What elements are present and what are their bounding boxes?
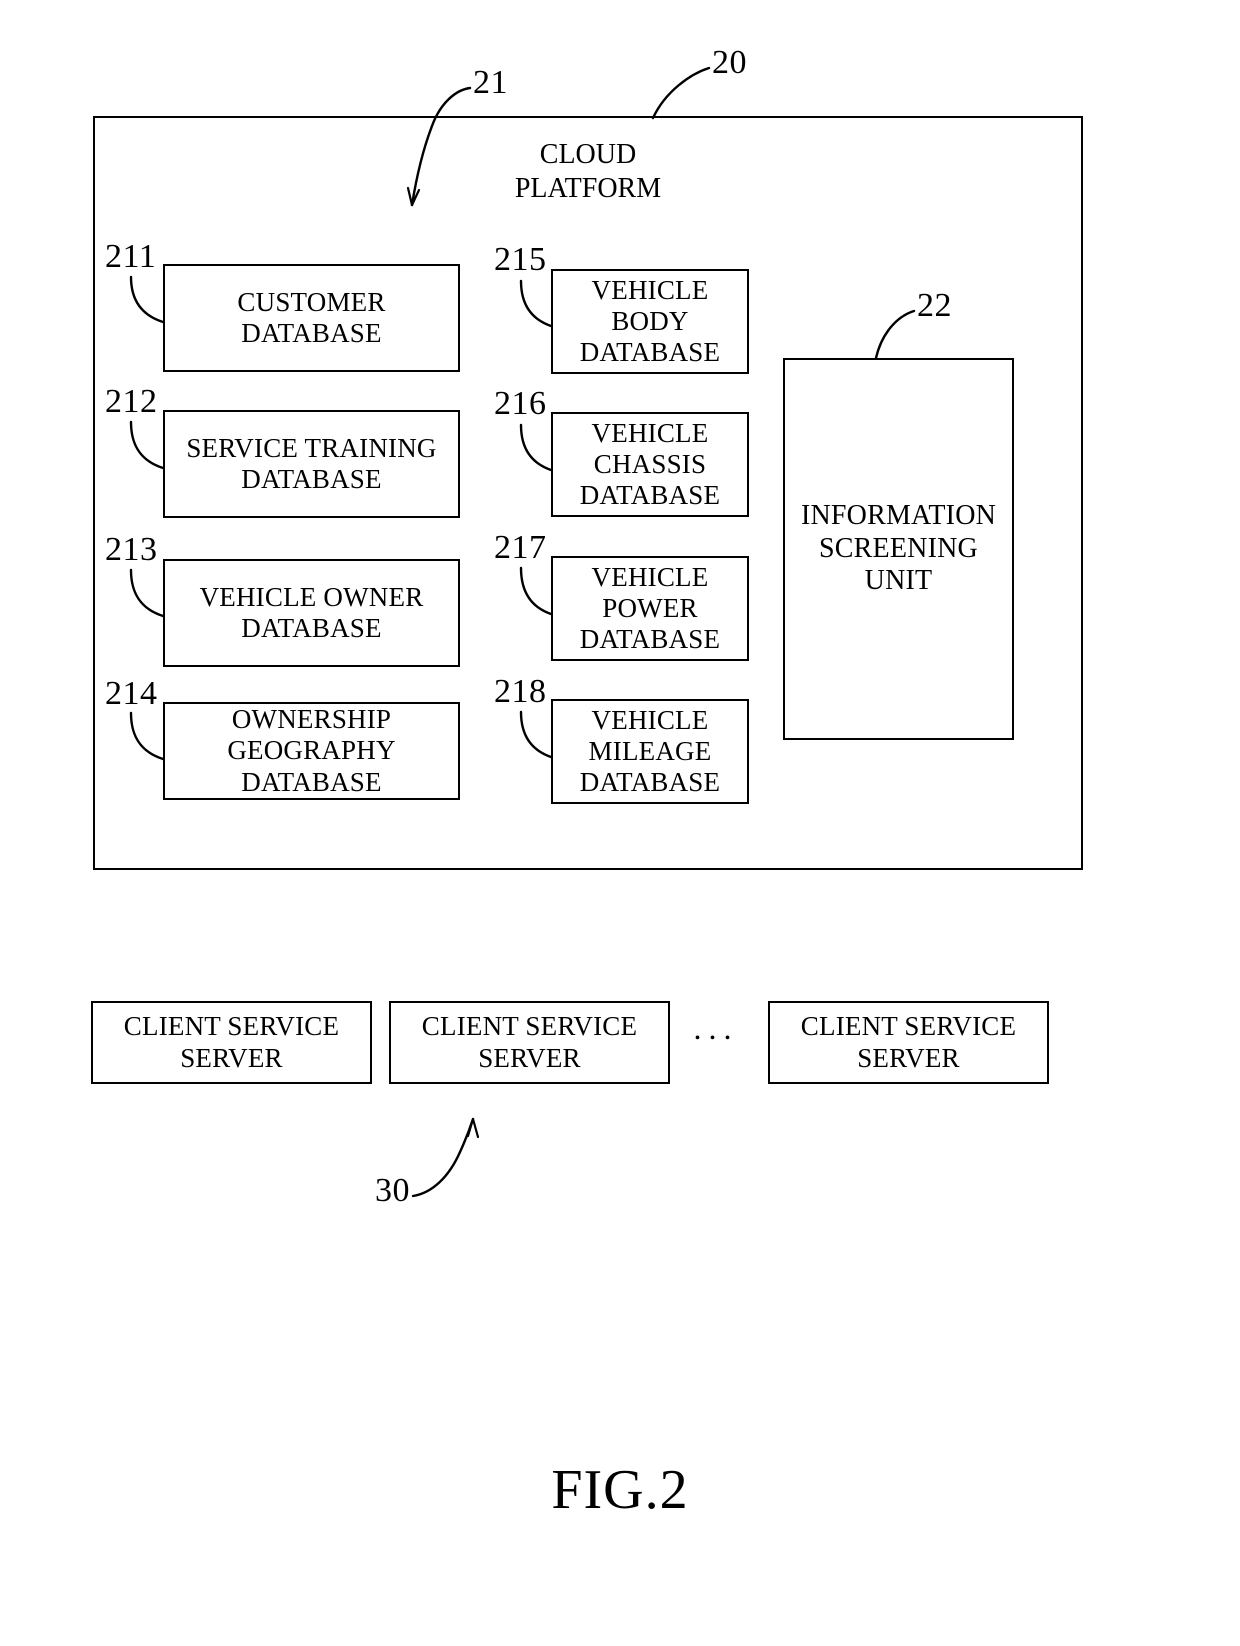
ownership-geography-database-label: OWNERSHIP GEOGRAPHY DATABASE <box>227 704 396 797</box>
client-service-server-box-2: CLIENT SERVICE SERVER <box>389 1001 670 1084</box>
vehicle-mileage-database-label: VEHICLE MILEAGE DATABASE <box>579 704 721 798</box>
customer-database-label: CUSTOMER DATABASE <box>237 286 386 348</box>
client-service-server-label-2: CLIENT SERVICE SERVER <box>421 1011 638 1073</box>
client-service-server-label-3: CLIENT SERVICE SERVER <box>800 1011 1017 1073</box>
client-service-server-label-1: CLIENT SERVICE SERVER <box>123 1011 340 1073</box>
vehicle-chassis-database-label: VEHICLE CHASSIS DATABASE <box>579 417 721 511</box>
reference-numeral-214: 214 <box>105 675 158 712</box>
reference-numeral-211: 211 <box>105 238 157 275</box>
information-screening-unit-box: INFORMATION SCREENING UNIT <box>783 358 1014 740</box>
ownership-geography-database-box: OWNERSHIP GEOGRAPHY DATABASE <box>163 702 460 800</box>
reference-numeral-215: 215 <box>494 241 547 278</box>
service-training-database-label: SERVICE TRAINING DATABASE <box>186 432 437 494</box>
vehicle-mileage-database-box: VEHICLE MILEAGE DATABASE <box>551 699 749 804</box>
client-service-server-box-1: CLIENT SERVICE SERVER <box>91 1001 372 1084</box>
leader-line-20 <box>651 66 711 120</box>
figure-caption: FIG.2 <box>551 1459 689 1521</box>
client-service-server-box-3: CLIENT SERVICE SERVER <box>768 1001 1049 1084</box>
service-training-database-box: SERVICE TRAINING DATABASE <box>163 410 460 518</box>
patent-figure-page: CLOUD PLATFORM CUSTOMER DATABASE SERVICE… <box>0 0 1240 1646</box>
server-ellipsis: ... <box>693 1010 739 1046</box>
reference-numeral-30: 30 <box>375 1172 410 1209</box>
vehicle-body-database-box: VEHICLE BODY DATABASE <box>551 269 749 374</box>
information-screening-unit-label: INFORMATION SCREENING UNIT <box>800 500 997 597</box>
reference-numeral-218: 218 <box>494 673 547 710</box>
reference-numeral-20: 20 <box>712 44 747 81</box>
reference-numeral-21: 21 <box>473 64 508 101</box>
vehicle-power-database-box: VEHICLE POWER DATABASE <box>551 556 749 661</box>
customer-database-box: CUSTOMER DATABASE <box>163 264 460 372</box>
reference-numeral-213: 213 <box>105 531 158 568</box>
vehicle-power-database-label: VEHICLE POWER DATABASE <box>579 561 721 655</box>
reference-numeral-212: 212 <box>105 383 158 420</box>
cloud-platform-title: CLOUD PLATFORM <box>514 139 662 205</box>
vehicle-owner-database-box: VEHICLE OWNER DATABASE <box>163 559 460 667</box>
vehicle-body-database-label: VEHICLE BODY DATABASE <box>579 274 721 368</box>
vehicle-owner-database-label: VEHICLE OWNER DATABASE <box>199 581 424 643</box>
reference-numeral-216: 216 <box>494 385 547 422</box>
leader-arrow-30 <box>466 1117 480 1139</box>
reference-numeral-217: 217 <box>494 529 547 566</box>
leader-line-30 <box>411 1117 475 1198</box>
reference-numeral-22: 22 <box>917 287 952 324</box>
vehicle-chassis-database-box: VEHICLE CHASSIS DATABASE <box>551 412 749 517</box>
